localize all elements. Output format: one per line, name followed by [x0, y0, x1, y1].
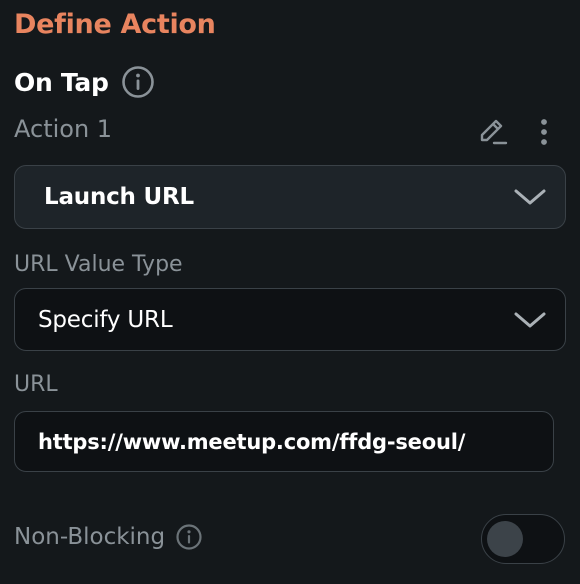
trigger-label: On Tap [14, 67, 109, 97]
action-type-dropdown[interactable]: Launch URL [14, 165, 566, 229]
define-action-panel: Define Action On Tap Action 1 Launch URL… [0, 0, 580, 584]
chevron-down-icon [514, 189, 546, 205]
action-label: Action 1 [14, 115, 113, 143]
non-blocking-label: Non-Blocking [14, 524, 166, 550]
chevron-down-icon [514, 312, 546, 327]
info-circle-icon[interactable] [175, 523, 203, 551]
toggle-knob [487, 521, 523, 557]
url-value-type-value: Specify URL [38, 306, 173, 333]
url-value-type-dropdown[interactable]: Specify URL [14, 288, 566, 351]
pencil-icon[interactable] [476, 115, 510, 149]
info-circle-icon[interactable] [121, 65, 155, 99]
vertical-dots-icon[interactable] [530, 115, 558, 149]
url-value-type-label: URL Value Type [14, 252, 183, 277]
non-blocking-toggle[interactable] [481, 514, 565, 564]
action-type-value: Launch URL [44, 184, 194, 210]
trigger-header: On Tap [14, 65, 155, 99]
panel-title: Define Action [14, 9, 216, 40]
url-label: URL [14, 372, 58, 397]
non-blocking-row: Non-Blocking [14, 523, 203, 551]
url-input[interactable] [14, 411, 554, 472]
